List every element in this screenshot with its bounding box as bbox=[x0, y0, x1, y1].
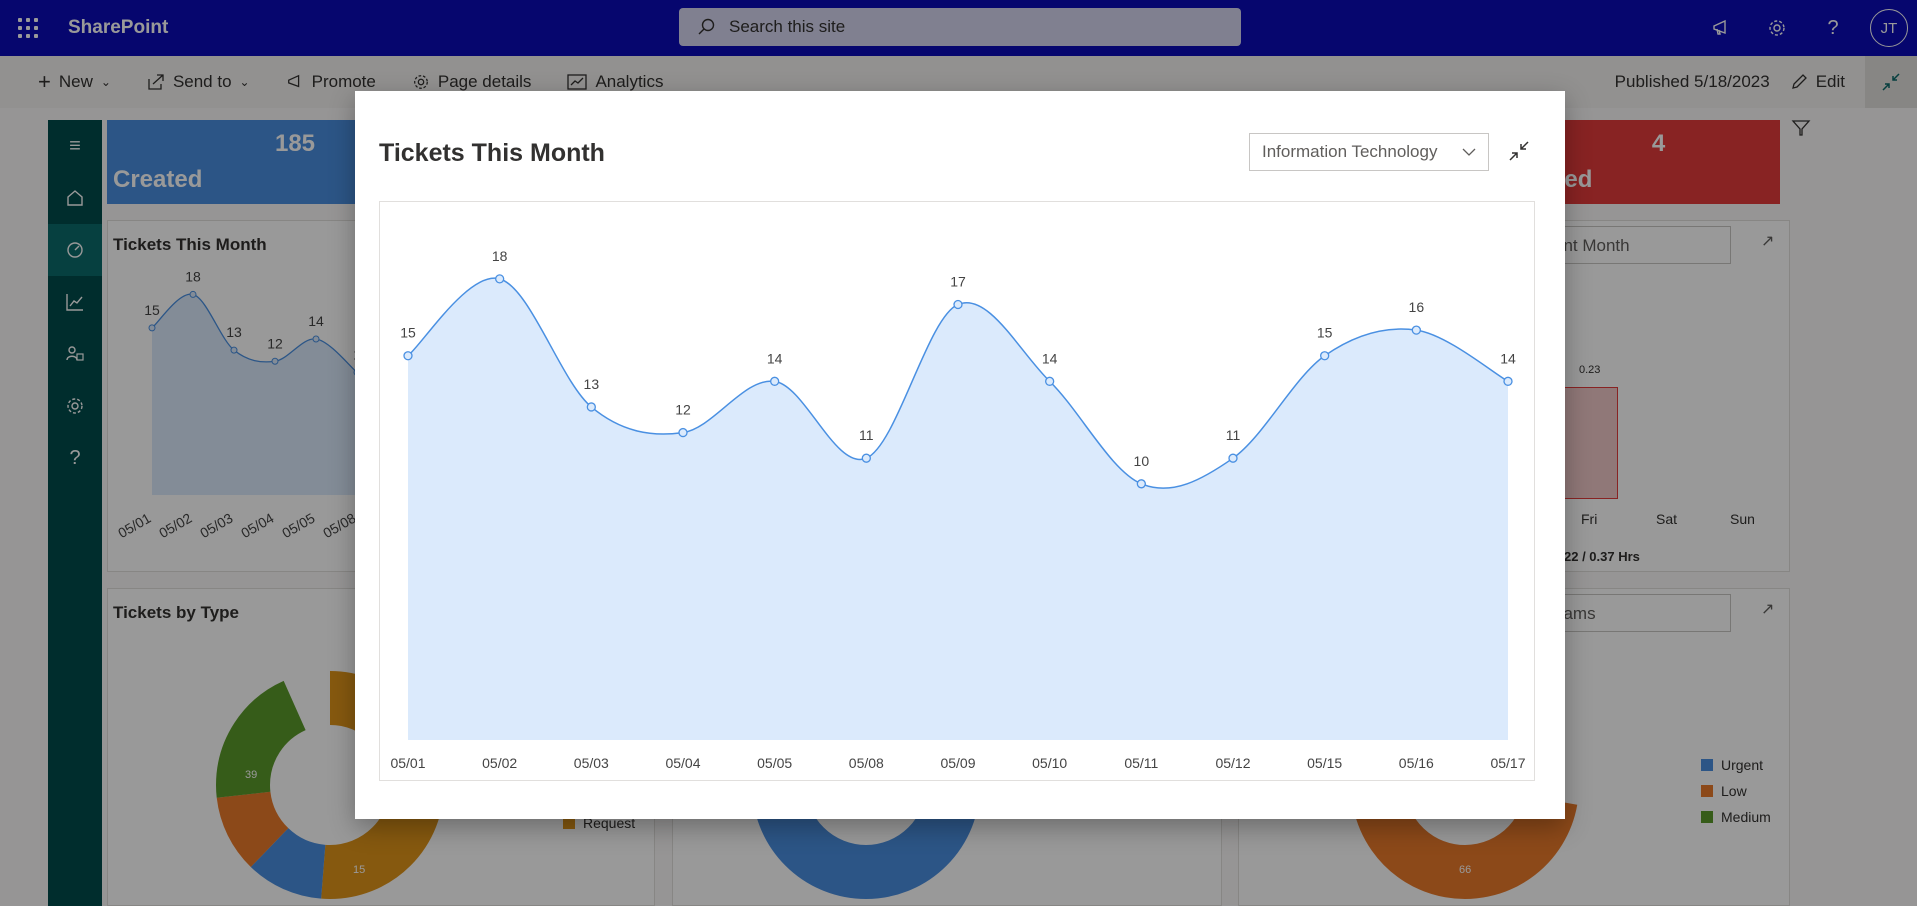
x-tick-label: 05/11 bbox=[1124, 755, 1158, 771]
x-tick-label: 05/01 bbox=[390, 755, 425, 771]
x-tick-label: 05/04 bbox=[665, 755, 700, 771]
x-tick-label: 05/08 bbox=[849, 755, 884, 771]
data-label: 15 bbox=[1317, 325, 1333, 341]
data-label: 14 bbox=[767, 350, 783, 366]
data-point bbox=[1136, 479, 1146, 489]
data-point bbox=[1320, 351, 1330, 361]
department-dropdown-value: Information Technology bbox=[1262, 142, 1438, 161]
collapse-icon bbox=[1509, 141, 1529, 161]
data-point bbox=[1411, 325, 1421, 335]
data-label: 16 bbox=[1409, 299, 1425, 315]
data-label: 17 bbox=[950, 273, 966, 289]
data-label: 14 bbox=[1500, 350, 1516, 366]
data-point bbox=[1045, 376, 1055, 386]
data-label: 13 bbox=[584, 376, 600, 392]
data-point bbox=[1503, 376, 1513, 386]
modal-title: Tickets This Month bbox=[379, 139, 605, 167]
data-label: 10 bbox=[1134, 453, 1150, 469]
tickets-area-chart: 15 05/01 18 05/02 13 05/03 12 05/04 14 05/05 11 05/… bbox=[390, 248, 1525, 771]
data-label: 14 bbox=[1042, 350, 1058, 366]
data-point bbox=[586, 402, 596, 412]
data-point bbox=[861, 453, 871, 463]
data-point bbox=[1228, 453, 1238, 463]
x-tick-label: 05/10 bbox=[1032, 755, 1067, 771]
x-tick-label: 05/09 bbox=[940, 755, 975, 771]
data-point bbox=[678, 427, 688, 438]
data-point bbox=[770, 376, 780, 386]
department-dropdown[interactable]: Information Technology bbox=[1249, 133, 1489, 171]
area-fill bbox=[408, 278, 1508, 740]
data-point bbox=[495, 274, 505, 284]
data-label: 18 bbox=[492, 248, 508, 264]
chart-container: 15 05/01 18 05/02 13 05/03 12 05/04 14 05/05 11 05/… bbox=[379, 201, 1535, 781]
data-label: 12 bbox=[675, 402, 691, 418]
x-tick-label: 05/17 bbox=[1490, 755, 1525, 771]
x-tick-label: 05/02 bbox=[482, 755, 517, 771]
chevron-down-icon bbox=[1462, 148, 1476, 156]
data-label: 11 bbox=[1226, 427, 1241, 443]
data-point bbox=[953, 299, 963, 310]
x-tick-label: 05/16 bbox=[1399, 755, 1434, 771]
x-tick-label: 05/12 bbox=[1215, 755, 1250, 771]
x-tick-label: 05/15 bbox=[1307, 755, 1342, 771]
x-tick-label: 05/03 bbox=[574, 755, 609, 771]
x-tick-label: 05/05 bbox=[757, 755, 792, 771]
data-label: 15 bbox=[400, 325, 416, 341]
chart-modal: Tickets This Month Information Technolog… bbox=[355, 91, 1565, 819]
minimize-button[interactable] bbox=[1503, 135, 1535, 167]
data-label: 11 bbox=[859, 427, 874, 443]
data-point bbox=[403, 351, 413, 361]
